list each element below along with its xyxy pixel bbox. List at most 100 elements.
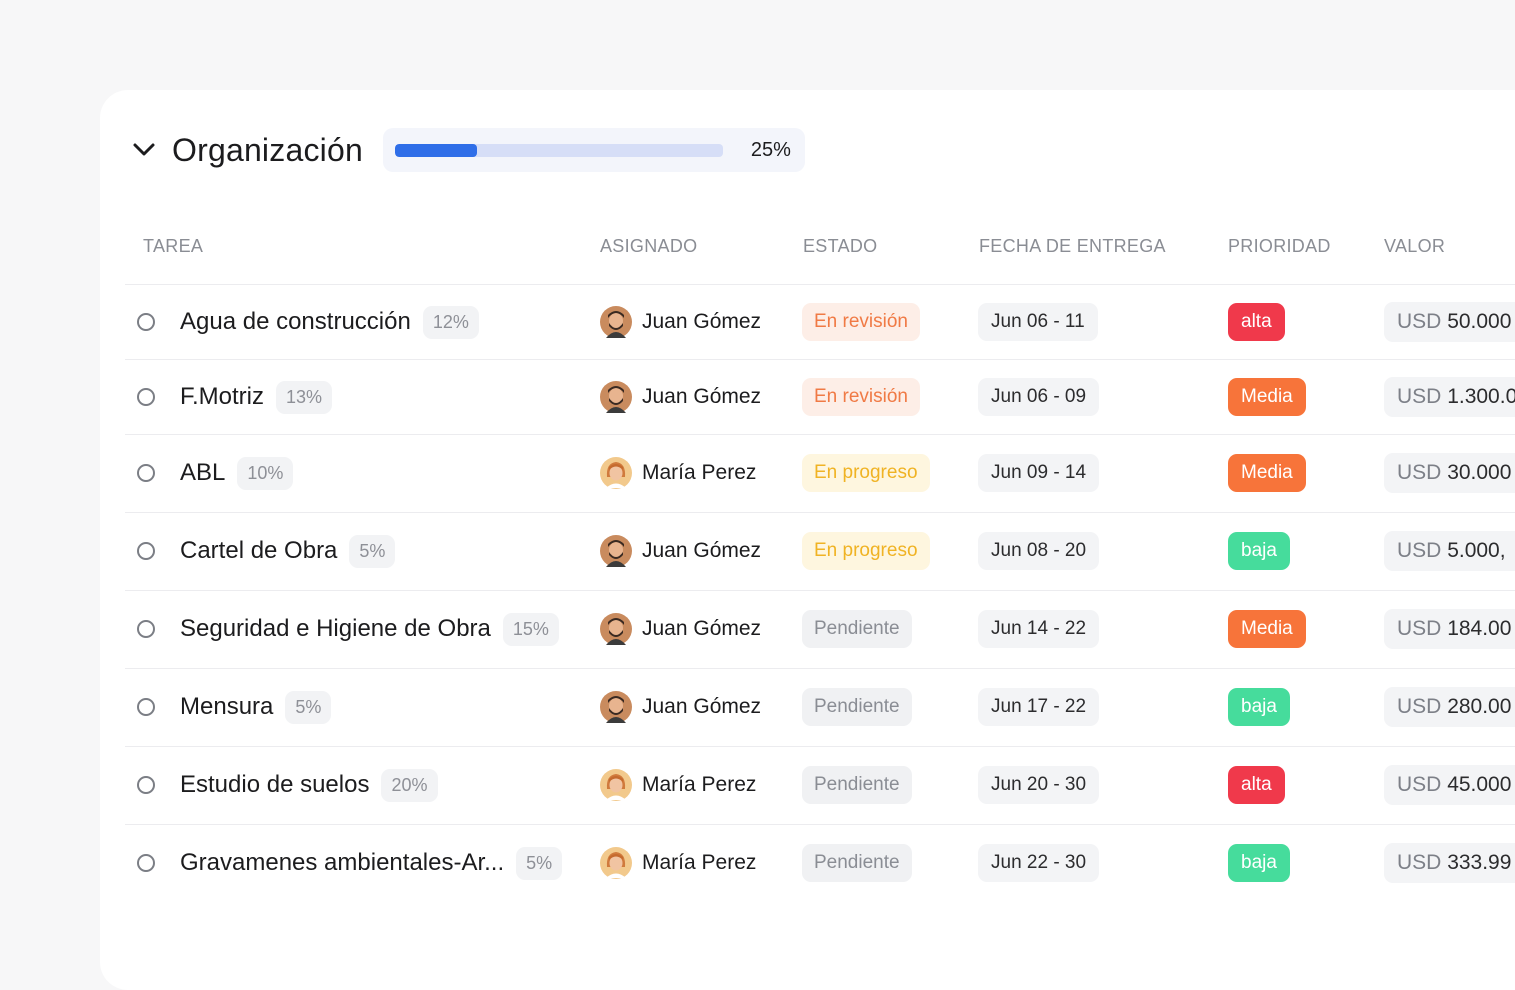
date-cell[interactable]: Jun 22 - 30 [978,844,1100,882]
column-header-tarea[interactable]: TAREA [143,236,203,257]
status-badge[interactable]: Pendiente [802,766,912,804]
table-row[interactable]: Cartel de Obra 5% Juan Gómez En progreso… [125,512,1515,591]
task-complete-radio[interactable] [137,464,155,482]
priority-cell[interactable]: baja [1228,844,1290,882]
value-cell[interactable]: USD 45.000 [1384,765,1515,805]
priority-cell[interactable]: Media [1228,610,1306,648]
chevron-down-icon[interactable] [130,136,158,164]
value-cell[interactable]: USD 50.000 [1384,302,1515,342]
value-cell[interactable]: USD 1.300.0 [1384,377,1515,417]
priority-badge[interactable]: Media [1228,610,1306,648]
value-badge[interactable]: USD 5.000, [1384,531,1515,571]
assignee-cell[interactable]: María Perez [600,769,756,801]
priority-cell[interactable]: baja [1228,688,1290,726]
column-header-valor[interactable]: VALOR [1384,236,1445,257]
date-cell[interactable]: Jun 06 - 09 [978,378,1100,416]
due-date-badge[interactable]: Jun 06 - 09 [978,378,1100,416]
value-cell[interactable]: USD 280.00 [1384,687,1515,727]
status-cell[interactable]: Pendiente [802,766,912,804]
assignee-cell[interactable]: María Perez [600,457,756,489]
column-header-fecha[interactable]: FECHA DE ENTREGA [979,236,1166,257]
column-header-asignado[interactable]: ASIGNADO [600,236,697,257]
status-cell[interactable]: En revisión [802,303,920,341]
assignee-cell[interactable]: Juan Gómez [600,613,761,645]
task-name[interactable]: Seguridad e Higiene de Obra [180,615,491,643]
date-cell[interactable]: Jun 17 - 22 [978,688,1100,726]
due-date-badge[interactable]: Jun 14 - 22 [978,610,1100,648]
task-complete-radio[interactable] [137,620,155,638]
status-cell[interactable]: En progreso [802,532,930,570]
value-badge[interactable]: USD 45.000 [1384,765,1515,805]
task-name[interactable]: Cartel de Obra [180,537,337,565]
table-row[interactable]: F.Motriz 13% Juan Gómez En revisión Jun … [125,359,1515,435]
task-complete-radio[interactable] [137,698,155,716]
assignee-cell[interactable]: Juan Gómez [600,381,761,413]
task-complete-radio[interactable] [137,776,155,794]
date-cell[interactable]: Jun 20 - 30 [978,766,1100,804]
priority-badge[interactable]: baja [1228,844,1290,882]
status-badge[interactable]: En progreso [802,532,930,570]
due-date-badge[interactable]: Jun 08 - 20 [978,532,1100,570]
task-complete-radio[interactable] [137,388,155,406]
priority-cell[interactable]: Media [1228,378,1306,416]
date-cell[interactable]: Jun 06 - 11 [978,303,1098,341]
status-badge[interactable]: Pendiente [802,844,912,882]
due-date-badge[interactable]: Jun 17 - 22 [978,688,1100,726]
due-date-badge[interactable]: Jun 06 - 11 [978,303,1098,341]
date-cell[interactable]: Jun 14 - 22 [978,610,1100,648]
status-badge[interactable]: En revisión [802,378,920,416]
value-badge[interactable]: USD 333.99 [1384,843,1515,883]
task-name[interactable]: F.Motriz [180,383,264,411]
table-row[interactable]: ABL 10% María Perez En progreso Jun 09 -… [125,434,1515,513]
priority-badge[interactable]: baja [1228,532,1290,570]
assignee-cell[interactable]: Juan Gómez [600,691,761,723]
status-cell[interactable]: Pendiente [802,610,912,648]
priority-cell[interactable]: alta [1228,303,1285,341]
priority-cell[interactable]: alta [1228,766,1285,804]
status-cell[interactable]: En progreso [802,454,930,492]
task-name[interactable]: Estudio de suelos [180,771,369,799]
table-row[interactable]: Gravamenes ambientales-Ar... 5% María Pe… [125,824,1515,903]
date-cell[interactable]: Jun 09 - 14 [978,454,1100,492]
status-badge[interactable]: Pendiente [802,610,912,648]
task-complete-radio[interactable] [137,313,155,331]
table-row[interactable]: Seguridad e Higiene de Obra 15% Juan Góm… [125,590,1515,669]
priority-badge[interactable]: Media [1228,454,1306,492]
priority-cell[interactable]: Media [1228,454,1306,492]
due-date-badge[interactable]: Jun 20 - 30 [978,766,1100,804]
value-badge[interactable]: USD 50.000 [1384,302,1515,342]
date-cell[interactable]: Jun 08 - 20 [978,532,1100,570]
value-badge[interactable]: USD 184.00 [1384,609,1515,649]
column-header-prioridad[interactable]: PRIORIDAD [1228,236,1331,257]
assignee-cell[interactable]: Juan Gómez [600,306,761,338]
status-cell[interactable]: Pendiente [802,688,912,726]
column-header-estado[interactable]: ESTADO [803,236,877,257]
due-date-badge[interactable]: Jun 22 - 30 [978,844,1100,882]
value-cell[interactable]: USD 30.000 [1384,453,1515,493]
task-complete-radio[interactable] [137,542,155,560]
value-cell[interactable]: USD 333.99 [1384,843,1515,883]
status-badge[interactable]: Pendiente [802,688,912,726]
task-name[interactable]: Gravamenes ambientales-Ar... [180,849,504,877]
task-complete-radio[interactable] [137,854,155,872]
due-date-badge[interactable]: Jun 09 - 14 [978,454,1100,492]
value-badge[interactable]: USD 30.000 [1384,453,1515,493]
status-cell[interactable]: Pendiente [802,844,912,882]
table-row[interactable]: Mensura 5% Juan Gómez Pendiente Jun 17 -… [125,668,1515,747]
value-cell[interactable]: USD 5.000, [1384,531,1515,571]
value-badge[interactable]: USD 280.00 [1384,687,1515,727]
table-row[interactable]: Agua de construcción 12% Juan Gómez En r… [125,284,1515,360]
priority-badge[interactable]: Media [1228,378,1306,416]
task-name[interactable]: Agua de construcción [180,308,411,336]
assignee-cell[interactable]: María Perez [600,847,756,879]
priority-badge[interactable]: baja [1228,688,1290,726]
value-badge[interactable]: USD 1.300.0 [1384,377,1515,417]
value-cell[interactable]: USD 184.00 [1384,609,1515,649]
priority-cell[interactable]: baja [1228,532,1290,570]
priority-badge[interactable]: alta [1228,303,1285,341]
status-badge[interactable]: En progreso [802,454,930,492]
priority-badge[interactable]: alta [1228,766,1285,804]
table-row[interactable]: Estudio de suelos 20% María Perez Pendie… [125,746,1515,825]
task-name[interactable]: Mensura [180,693,273,721]
status-badge[interactable]: En revisión [802,303,920,341]
